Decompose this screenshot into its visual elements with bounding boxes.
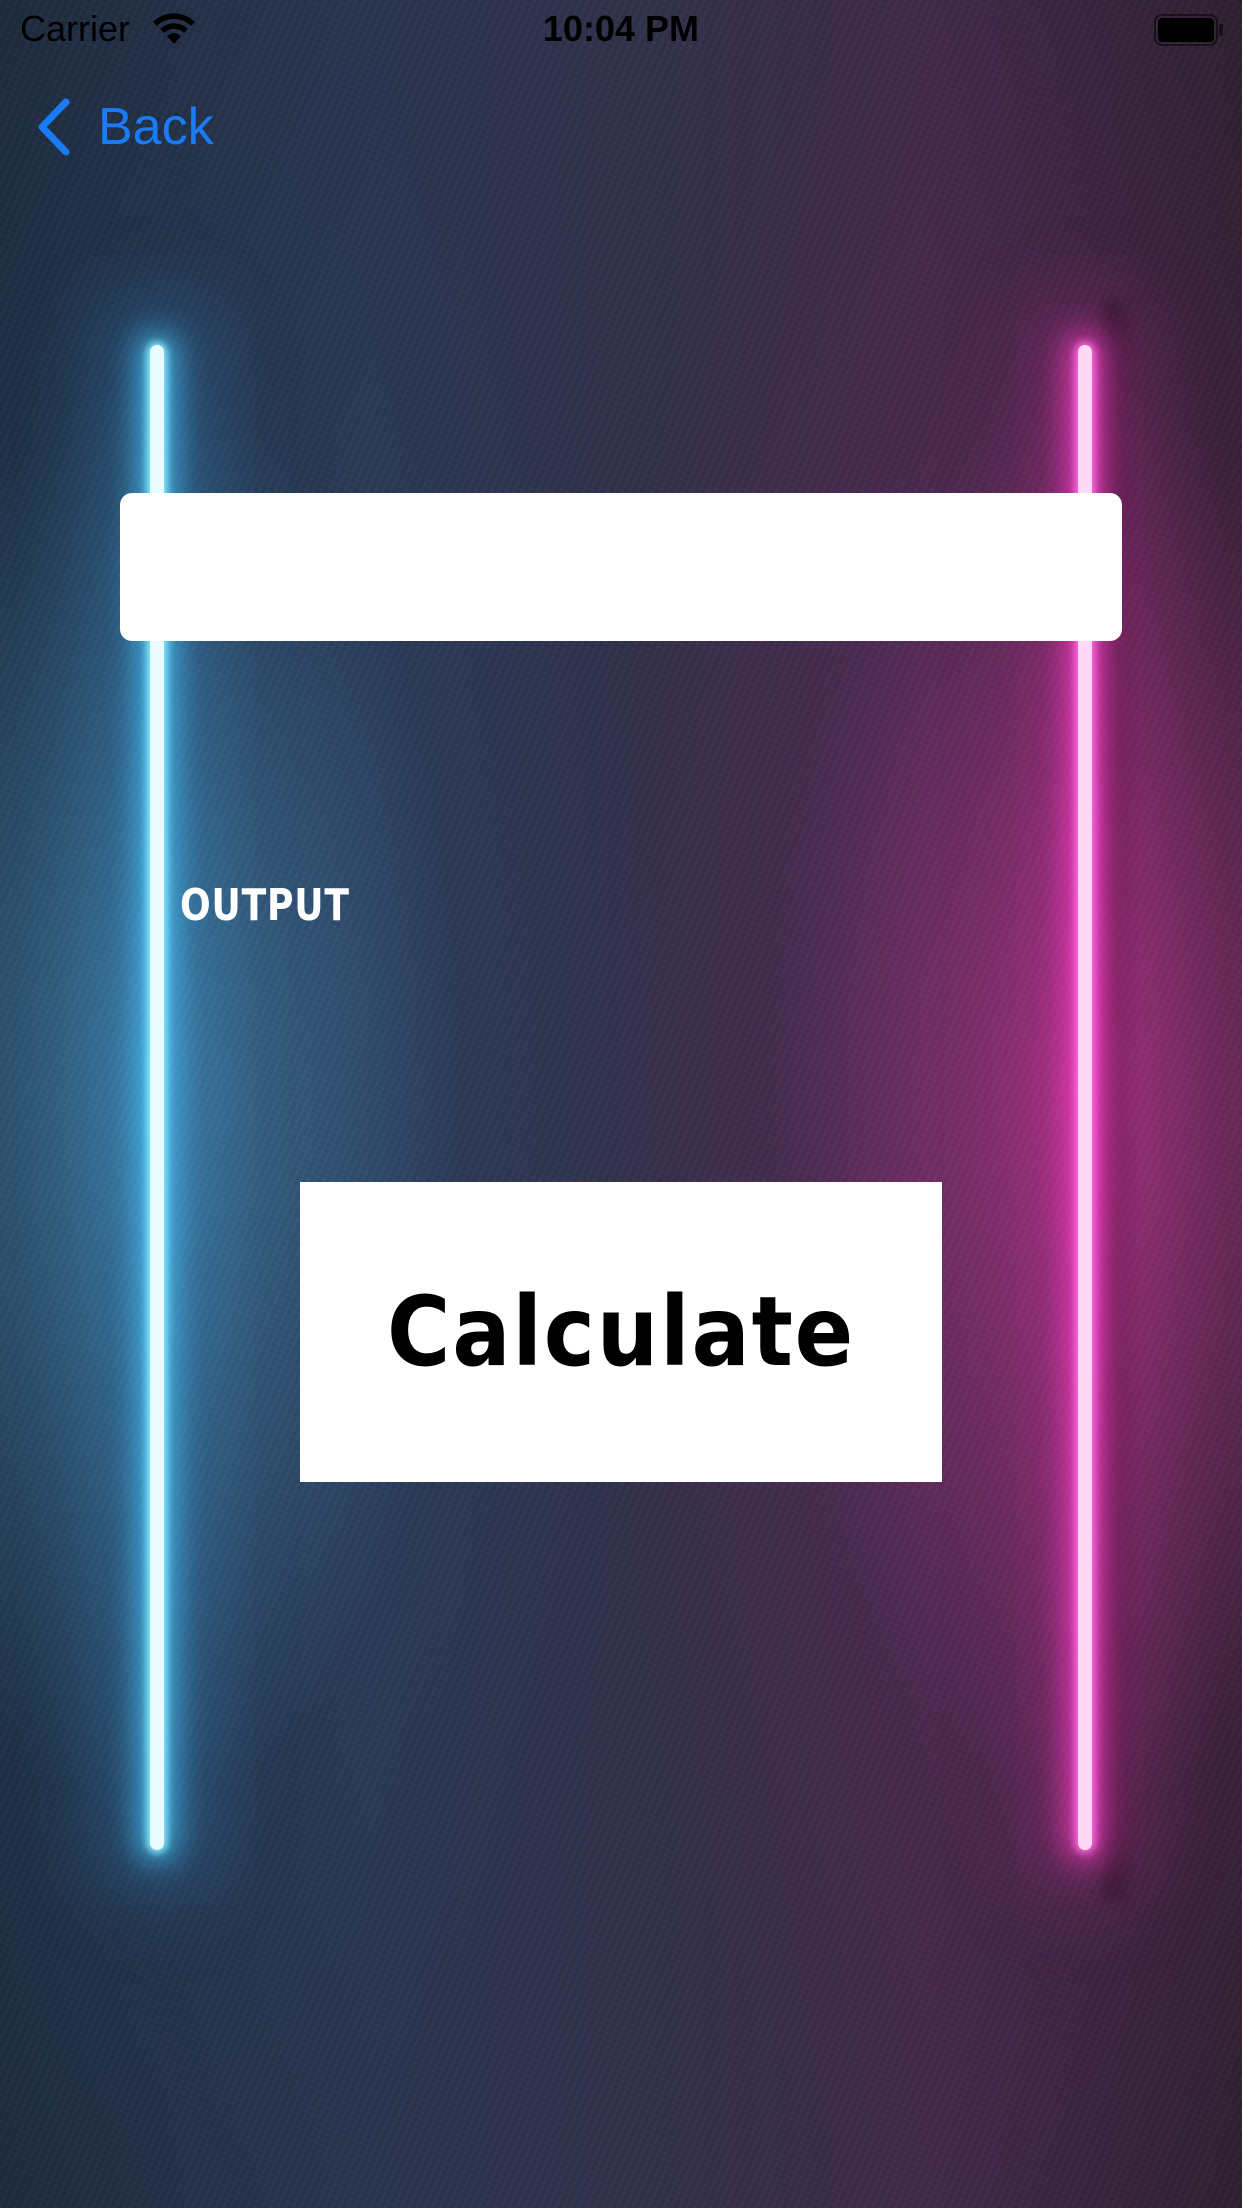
- wall-texture-background: [0, 0, 1242, 2208]
- back-label: Back: [98, 98, 214, 156]
- number-input-field[interactable]: [120, 493, 1122, 641]
- app-screen: Carrier 10:04 PM Back OUTPUT Calculate: [0, 0, 1242, 2208]
- back-button[interactable]: Back: [36, 92, 214, 162]
- calculate-button[interactable]: Calculate: [300, 1182, 942, 1482]
- chevron-left-icon: [38, 98, 70, 156]
- status-bar: Carrier 10:04 PM: [0, 0, 1242, 60]
- status-time: 10:04 PM: [542, 8, 700, 49]
- battery-icon: [1154, 14, 1223, 46]
- calculate-label: Calculate: [386, 1276, 856, 1388]
- output-label: OUTPUT: [180, 880, 350, 931]
